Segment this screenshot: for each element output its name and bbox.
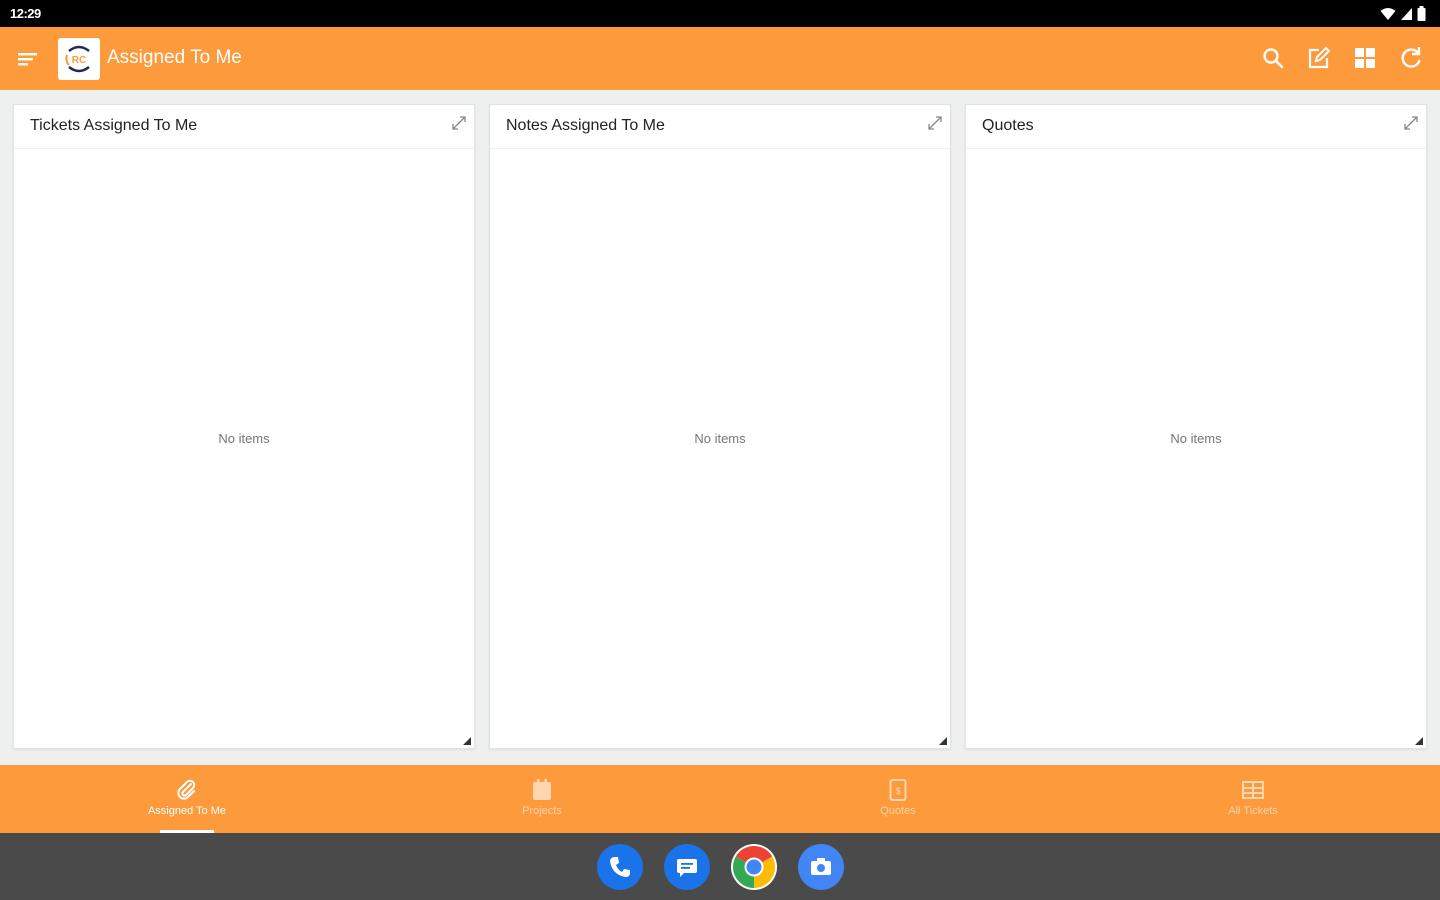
tickets-panel: Tickets Assigned To Me No items — [13, 104, 475, 749]
nav-label: Projects — [522, 805, 562, 817]
empty-state: No items — [694, 431, 746, 446]
paperclip-icon — [177, 779, 196, 800]
logo-icon: RC — [65, 45, 90, 73]
battery-icon — [1417, 6, 1426, 21]
resize-handle-icon[interactable] — [463, 737, 471, 745]
signal-icon — [1401, 7, 1412, 20]
expand-button[interactable] — [926, 114, 944, 132]
status-time: 12:29 — [10, 6, 41, 21]
empty-state: No items — [218, 431, 270, 446]
search-button[interactable] — [1260, 43, 1286, 73]
chrome-icon — [732, 846, 776, 888]
document-icon: $ — [889, 779, 907, 801]
status-icons — [1380, 6, 1426, 21]
nav-all-tickets[interactable]: All Tickets — [1073, 765, 1433, 833]
expand-icon — [1404, 116, 1418, 130]
panel-header: Quotes — [966, 105, 1426, 149]
panel-header: Notes Assigned To Me — [490, 105, 950, 149]
bottom-nav: Assigned To Me Projects $ Quotes All Tic… — [0, 765, 1440, 833]
edit-icon — [1308, 46, 1331, 69]
camera-icon — [811, 858, 831, 875]
messages-app[interactable] — [664, 844, 710, 890]
camera-app[interactable] — [798, 844, 844, 890]
phone-icon — [610, 857, 630, 877]
refresh-button[interactable] — [1398, 43, 1424, 73]
expand-button[interactable] — [1402, 114, 1420, 132]
app-title: Assigned To Me — [107, 47, 242, 68]
nav-label: Quotes — [880, 805, 916, 817]
phone-app[interactable] — [597, 844, 643, 890]
expand-button[interactable] — [450, 114, 468, 132]
nav-projects[interactable]: Projects — [362, 765, 722, 833]
panel-title: Tickets Assigned To Me — [30, 117, 198, 134]
panel-header: Tickets Assigned To Me — [14, 105, 474, 149]
quotes-panel: Quotes No items — [965, 104, 1427, 749]
toolbar — [1260, 43, 1424, 73]
expand-icon — [452, 116, 466, 130]
nav-label: Assigned To Me — [147, 805, 227, 817]
svg-text:RC: RC — [72, 55, 86, 66]
notes-panel: Notes Assigned To Me No items — [489, 104, 951, 749]
grid-icon — [1355, 48, 1375, 68]
app-bar: RC Assigned To Me — [0, 27, 1440, 90]
resize-handle-icon[interactable] — [1415, 737, 1423, 745]
chrome-app[interactable] — [731, 844, 777, 890]
nav-quotes[interactable]: $ Quotes — [718, 765, 1078, 833]
edit-button[interactable] — [1306, 43, 1332, 73]
table-icon — [1242, 781, 1264, 799]
status-bar: 12:29 — [0, 0, 1440, 27]
dashboard-button[interactable] — [1352, 43, 1378, 73]
svg-text:$: $ — [895, 786, 900, 796]
wifi-icon — [1380, 7, 1396, 20]
panel-title: Quotes — [982, 117, 1034, 134]
system-dock — [0, 833, 1440, 900]
resize-handle-icon[interactable] — [939, 737, 947, 745]
refresh-icon — [1401, 47, 1421, 68]
nav-assigned-to-me[interactable]: Assigned To Me — [7, 765, 367, 833]
expand-icon — [928, 116, 942, 130]
search-icon — [1263, 48, 1284, 69]
calendar-icon — [533, 779, 551, 800]
nav-label: All Tickets — [1228, 805, 1278, 817]
dashboard-content: Tickets Assigned To Me No items Notes As… — [0, 90, 1440, 765]
menu-button[interactable] — [15, 47, 41, 71]
menu-icon — [18, 53, 37, 66]
app-logo: RC — [58, 38, 100, 80]
empty-state: No items — [1170, 431, 1222, 446]
panel-title: Notes Assigned To Me — [506, 117, 665, 134]
messages-icon — [677, 859, 697, 877]
